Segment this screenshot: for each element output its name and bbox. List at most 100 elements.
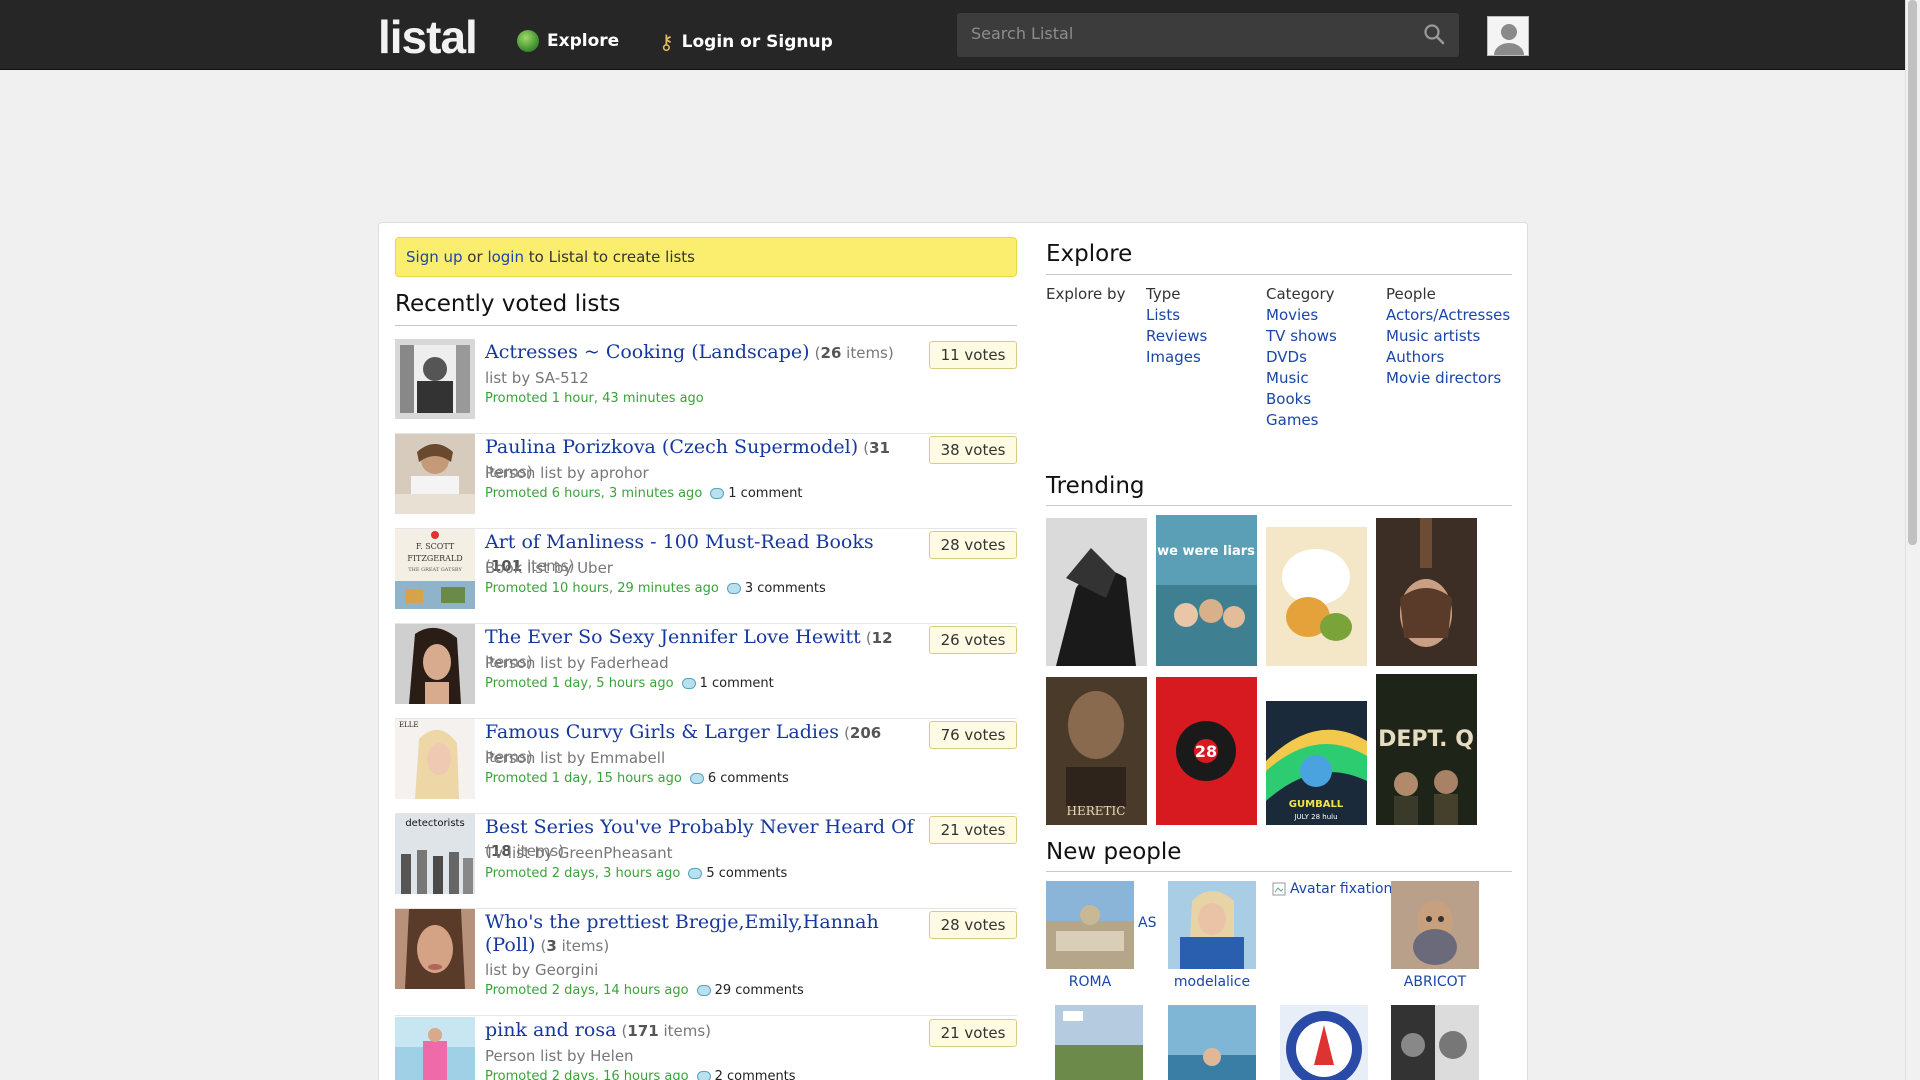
explore-link-books[interactable]: Books [1266,390,1311,408]
search-input[interactable] [957,13,1397,54]
list-thumbnail[interactable] [395,624,475,704]
list-title-link[interactable]: Best Series You've Probably Never Heard … [485,816,914,838]
promoted-time: Promoted 1 hour, 43 minutes ago [485,391,704,406]
poster-subtitle: JULY 28 hulu [1293,813,1337,821]
list-item: Who's the prettiest Bregje,Emily,Hannah … [395,909,1017,1016]
person-avatar[interactable] [1391,1005,1479,1080]
trending-poster[interactable]: we were liars [1156,515,1257,666]
scrollbar-thumb[interactable] [1908,0,1917,545]
trending-poster[interactable]: DEPT. Q [1376,674,1477,825]
nav-explore-label: Explore [547,31,620,51]
person-avatar[interactable] [1055,1005,1143,1080]
comment-count[interactable]: 6 comments [708,771,789,786]
explore-link-dvds[interactable]: DVDs [1266,348,1307,366]
person-avatar[interactable] [1391,881,1479,969]
list-author: Person list by Helen [485,1047,634,1065]
item-count: 3 [546,937,557,955]
book-cover-text: THE GREAT GATSBY [408,567,462,573]
signup-link[interactable]: Sign up [406,248,463,266]
person-avatar[interactable] [1168,1005,1256,1080]
votes-badge[interactable]: 76 votes [929,721,1017,749]
promoted-time: Promoted 1 day, 5 hours ago [485,676,674,691]
trending-poster[interactable]: HERETIC [1046,677,1147,825]
default-avatar-icon [1488,17,1528,55]
votes-badge[interactable]: 11 votes [929,341,1017,369]
explore-link-games[interactable]: Games [1266,411,1318,429]
person-avatar[interactable] [1168,881,1256,969]
person-name-link[interactable]: modelalice [1157,974,1267,990]
promoted-time: Promoted 2 days, 3 hours ago [485,866,681,881]
nav-explore[interactable]: Explore [517,30,619,52]
trending-poster[interactable]: GUMBALL JULY 28 hulu [1266,701,1367,825]
explore-link-music[interactable]: Music [1266,369,1309,387]
nav-login-signup[interactable]: ⚷ Login or Signup [659,30,833,54]
list-thumbnail[interactable] [395,1017,475,1080]
list-author: list by Georgini [485,961,599,979]
votes-badge[interactable]: 21 votes [929,1019,1017,1047]
listal-logo[interactable]: listal [378,10,478,64]
list-title-link[interactable]: The Ever So Sexy Jennifer Love Hewitt [485,626,861,648]
explore-link-movies[interactable]: Movies [1266,306,1318,324]
explore-link-reviews[interactable]: Reviews [1146,327,1207,345]
list-thumbnail[interactable] [395,434,475,514]
person-name-link[interactable]: ABRICOT [1380,974,1490,990]
search-icon[interactable] [1423,23,1445,45]
comment-icon [688,868,703,879]
trending-poster[interactable] [1376,518,1477,666]
votes-badge[interactable]: 28 votes [929,911,1017,939]
comment-count[interactable]: 5 comments [706,866,787,881]
explore-link-lists[interactable]: Lists [1146,306,1180,324]
person-name-link[interactable]: ROMA [1035,974,1145,990]
explore-link-images[interactable]: Images [1146,348,1201,366]
login-link[interactable]: login [487,248,524,266]
comment-count[interactable]: 29 comments [715,983,804,998]
list-title-link[interactable]: Paulina Porizkova (Czech Supermodel) [485,436,858,458]
votes-badge[interactable]: 21 votes [929,816,1017,844]
promoted-time: Promoted 6 hours, 3 minutes ago [485,486,703,501]
list-thumbnail[interactable]: detectorists [395,814,475,894]
item-count: 31 [869,439,890,457]
list-title-link[interactable]: Art of Manliness - 100 Must-Read Books [485,531,874,553]
list-author: Person list by Faderhead [485,654,669,672]
trending-poster[interactable]: 28 [1156,677,1257,825]
explore-link-music-artists[interactable]: Music artists [1386,327,1480,345]
list-title-link[interactable]: Actresses ~ Cooking (Landscape) [485,341,810,363]
explore-by-label: Explore by [1046,285,1126,303]
broken-avatar-image[interactable]: Avatar fixation [1272,881,1392,897]
trending-poster[interactable] [1046,518,1147,666]
list-thumbnail[interactable] [395,339,475,419]
item-count: 26 [820,344,842,362]
list-item: pink and rosa (171 items) Person list by… [395,1017,1017,1080]
explore-link-authors[interactable]: Authors [1386,348,1444,366]
list-author: Person list by aprohor [485,464,649,482]
list-title-link[interactable]: pink and rosa [485,1019,616,1041]
book-cover-text: FITZGERALD [407,554,462,563]
globe-icon [517,30,539,52]
notice-or: or [467,248,483,266]
explore-link-movie-directors[interactable]: Movie directors [1386,369,1501,387]
list-thumbnail[interactable]: ELLE [395,719,475,799]
promoted-time: Promoted 2 days, 14 hours ago [485,983,689,998]
person-avatar[interactable] [1046,881,1134,969]
top-navbar: listal Explore ⚷ Login or Signup [0,0,1905,70]
recently-voted-heading: Recently voted lists [395,291,621,317]
comment-count[interactable]: 2 comments [715,1069,796,1080]
person-tag: AS [1138,915,1157,931]
comment-count[interactable]: 1 comment [728,486,802,501]
trending-poster[interactable] [1266,527,1367,666]
votes-badge[interactable]: 28 votes [929,531,1017,559]
comment-count[interactable]: 1 comment [700,676,774,691]
main-content-card: Sign up or login to Listal to create lis… [378,222,1528,1080]
list-title-link[interactable]: Famous Curvy Girls & Larger Ladies [485,721,839,743]
person-avatar[interactable] [1280,1005,1368,1080]
list-item: ELLE Famous Curvy Girls & Larger Ladies … [395,719,1017,814]
explore-link-actors[interactable]: Actors/Actresses [1386,306,1510,324]
user-avatar[interactable] [1487,16,1529,56]
list-thumbnail[interactable]: F. SCOTT FITZGERALD THE GREAT GATSBY [395,529,475,609]
votes-badge[interactable]: 38 votes [929,436,1017,464]
comment-count[interactable]: 3 comments [745,581,826,596]
explore-link-tv-shows[interactable]: TV shows [1266,327,1337,345]
votes-badge[interactable]: 26 votes [929,626,1017,654]
promoted-time: Promoted 10 hours, 29 minutes ago [485,581,719,596]
list-thumbnail[interactable] [395,909,475,989]
